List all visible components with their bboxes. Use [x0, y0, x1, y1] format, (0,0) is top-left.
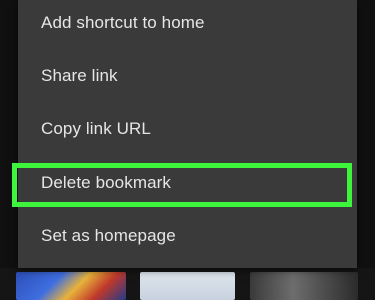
- menu-item-delete-bookmark[interactable]: Delete bookmark: [18, 156, 357, 209]
- bookmark-thumbnail-2[interactable]: [140, 272, 235, 300]
- menu-item-label: Add shortcut to home: [41, 12, 205, 32]
- background-left: [0, 0, 18, 300]
- menu-item-share-link[interactable]: Share link: [18, 49, 357, 102]
- menu-item-label: Delete bookmark: [41, 172, 172, 192]
- menu-item-label: Share link: [41, 65, 118, 85]
- menu-item-set-as-homepage[interactable]: Set as homepage: [18, 209, 357, 262]
- menu-item-label: Copy link URL: [41, 118, 151, 138]
- bookmark-thumbnail-3[interactable]: [250, 272, 358, 300]
- menu-item-add-shortcut-to-home[interactable]: Add shortcut to home: [18, 0, 357, 49]
- bookmark-context-menu: Add shortcut to home Share link Copy lin…: [18, 0, 357, 268]
- background-right: [357, 0, 375, 300]
- menu-item-copy-link-url[interactable]: Copy link URL: [18, 102, 357, 155]
- bookmark-thumbnail-1[interactable]: [16, 272, 126, 300]
- menu-item-label: Set as homepage: [41, 225, 176, 245]
